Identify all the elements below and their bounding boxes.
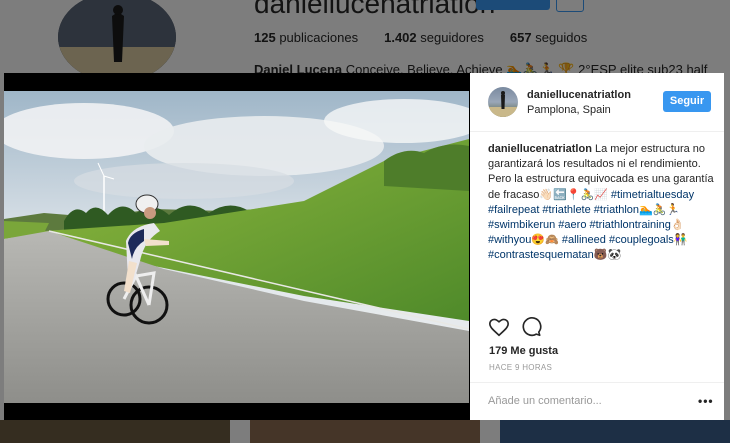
post-photo[interactable] (4, 73, 469, 420)
comment-section: Añade un comentario... ••• (470, 382, 724, 421)
more-options-icon[interactable]: ••• (698, 394, 714, 408)
post-caption: daniellucenatriatlon La mejor estructura… (488, 142, 714, 264)
cyclist-photo (4, 91, 469, 403)
like-count[interactable]: 179 Me gusta (489, 345, 558, 357)
comment-input[interactable]: Añade un comentario... (488, 395, 602, 407)
post-header: daniellucenatriatlon Pamplona, Spain Seg… (470, 73, 724, 132)
post-author-username[interactable]: daniellucenatriatlon (527, 89, 631, 101)
post-author-avatar[interactable] (488, 87, 518, 117)
heart-icon[interactable] (488, 316, 510, 338)
post-location[interactable]: Pamplona, Spain (527, 104, 611, 116)
follow-button[interactable]: Seguir (663, 91, 711, 112)
post-timestamp[interactable]: HACE 9 HORAS (489, 363, 552, 372)
post-modal: daniellucenatriatlon Pamplona, Spain Seg… (4, 73, 724, 420)
comment-icon[interactable] (520, 316, 542, 338)
post-actions (488, 316, 708, 338)
caption-username[interactable]: daniellucenatriatlon (488, 143, 592, 155)
post-sidebar: daniellucenatriatlon Pamplona, Spain Seg… (470, 73, 724, 420)
